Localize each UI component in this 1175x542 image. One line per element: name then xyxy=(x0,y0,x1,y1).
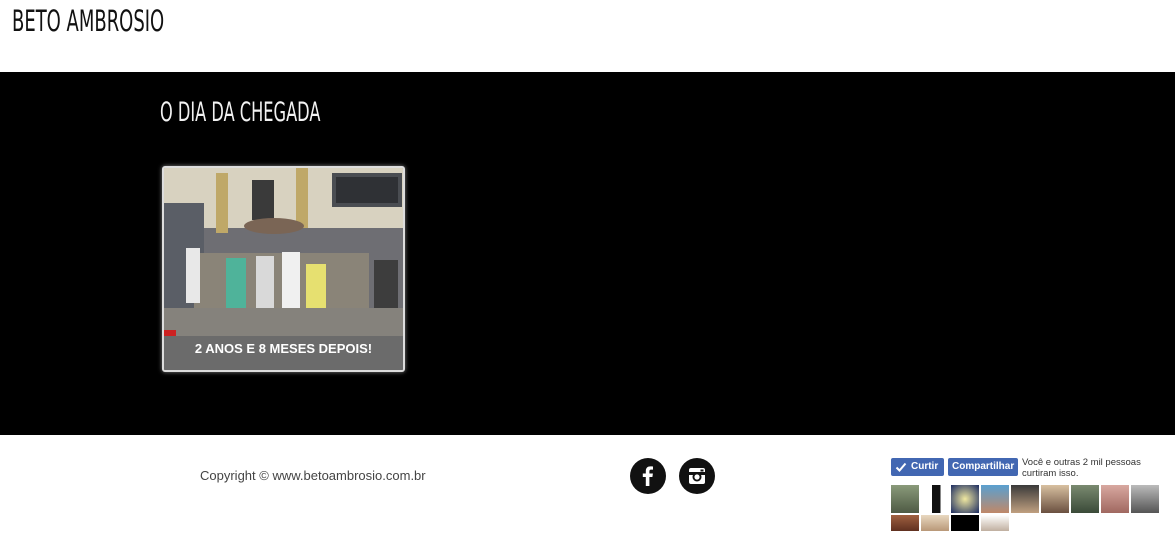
friend-avatar[interactable] xyxy=(951,485,979,513)
friend-avatar[interactable] xyxy=(981,515,1009,531)
card-caption[interactable]: 2 ANOS E 8 MESES DEPOIS! xyxy=(164,336,403,370)
friend-avatar[interactable] xyxy=(1101,485,1129,513)
like-label: Curtir xyxy=(911,461,939,472)
friend-avatar[interactable] xyxy=(921,485,949,513)
site-footer: Copyright © www.betoambrosio.com.br Curt… xyxy=(0,435,1175,542)
instagram-icon xyxy=(689,468,705,484)
copyright-text: Copyright © www.betoambrosio.com.br xyxy=(200,468,426,483)
card-photo[interactable] xyxy=(164,168,403,336)
friend-avatar[interactable] xyxy=(1131,485,1159,513)
like-button[interactable]: Curtir xyxy=(891,458,944,476)
friend-avatar[interactable] xyxy=(1041,485,1069,513)
friend-avatar[interactable] xyxy=(1071,485,1099,513)
friend-avatar[interactable] xyxy=(891,515,919,531)
page-title: O DIA DA CHEGADA xyxy=(160,97,321,128)
like-count-text: Você e outras 2 mil pessoas curtiram iss… xyxy=(1022,457,1141,479)
facebook-like-widget: Curtir Compartilhar Você e outras 2 mil … xyxy=(891,457,1166,542)
share-button[interactable]: Compartilhar xyxy=(948,458,1018,476)
instagram-link[interactable] xyxy=(679,458,715,494)
friend-avatar[interactable] xyxy=(951,515,979,531)
friend-avatar[interactable] xyxy=(1011,485,1039,513)
checkmark-icon xyxy=(895,462,907,472)
gallery-card[interactable]: 2 ANOS E 8 MESES DEPOIS! xyxy=(162,166,405,372)
friend-avatar[interactable] xyxy=(921,515,949,531)
site-title[interactable]: BETO AMBROSIO xyxy=(12,4,164,38)
friend-avatar[interactable] xyxy=(981,485,1009,513)
friend-avatar[interactable] xyxy=(891,485,919,513)
main-content: O DIA DA CHEGADA 2 ANOS E 8 MESES DEPOIS… xyxy=(0,72,1175,435)
site-header: BETO AMBROSIO xyxy=(0,0,1175,72)
facebook-icon xyxy=(642,466,653,486)
facebook-link[interactable] xyxy=(630,458,666,494)
